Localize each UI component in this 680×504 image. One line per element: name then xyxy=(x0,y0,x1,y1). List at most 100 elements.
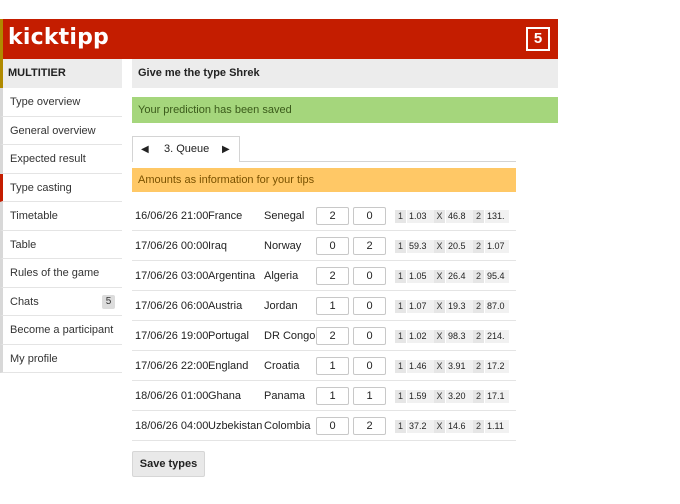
match-row: 18/06/26 01:00 Ghana Panama 1 1.59 X 3.2… xyxy=(132,381,516,411)
match-date: 17/06/26 19:00 xyxy=(135,330,209,342)
odds-away-label: 2 xyxy=(473,360,484,373)
away-team: Jordan xyxy=(264,300,298,312)
away-goals-input[interactable] xyxy=(353,387,386,405)
sidebar-item-label: Type casting xyxy=(10,181,72,194)
home-goals-input[interactable] xyxy=(316,387,349,405)
odds-draw-value: 46.8 xyxy=(446,210,474,223)
sidebar-item-general-overview[interactable]: General overview xyxy=(0,116,122,145)
away-goals-input[interactable] xyxy=(353,357,386,375)
odds-away-value: 95.4 xyxy=(485,270,509,283)
odds-home-label: 1 xyxy=(395,390,406,403)
queue-tab: ◀ 3. Queue ▶ xyxy=(132,136,240,162)
odds-draw-label: X xyxy=(434,210,445,223)
odds-draw-label: X xyxy=(434,390,445,403)
odds-home-label: 1 xyxy=(395,210,406,223)
odds-home-label: 1 xyxy=(395,270,406,283)
next-queue-icon[interactable]: ▶ xyxy=(222,137,230,162)
sidebar-item-timetable[interactable]: Timetable xyxy=(0,202,122,231)
away-goals-input[interactable] xyxy=(353,267,386,285)
match-row: 17/06/26 03:00 Argentina Algeria 1 1.05 … xyxy=(132,261,516,291)
home-team: Argentina xyxy=(208,270,256,282)
home-goals-input[interactable] xyxy=(316,267,349,285)
away-goals-input[interactable] xyxy=(353,207,386,225)
home-goals-input[interactable] xyxy=(316,417,349,435)
odds-draw-label: X xyxy=(434,300,445,313)
odds-home-label: 1 xyxy=(395,360,406,373)
odds-home-value: 1.59 xyxy=(407,390,435,403)
away-team: Senegal xyxy=(264,210,305,222)
odds-away-value: 214. xyxy=(485,330,509,343)
matchday-badge[interactable]: 5 xyxy=(526,27,550,51)
match-date: 17/06/26 00:00 xyxy=(135,240,209,252)
odds-home-value: 59.3 xyxy=(407,240,435,253)
away-goals-input[interactable] xyxy=(353,237,386,255)
match-row: 17/06/26 22:00 England Croatia 1 1.46 X … xyxy=(132,351,516,381)
home-goals-input[interactable] xyxy=(316,207,349,225)
match-row: 17/06/26 19:00 Portugal DR Congo 1 1.02 … xyxy=(132,321,516,351)
sidebar-item-label: Rules of the game xyxy=(10,267,100,279)
kicktipp-logo[interactable]: kicktipp xyxy=(8,25,109,50)
sidebar-item-table[interactable]: Table xyxy=(0,230,122,259)
sidebar-item-label: Type overview xyxy=(10,96,81,108)
odds-draw-value: 20.5 xyxy=(446,240,474,253)
match-list: 16/06/26 21:00 France Senegal 1 1.03 X 4… xyxy=(132,201,516,441)
away-team: Panama xyxy=(264,390,305,402)
sidebar-item-become-participant[interactable]: Become a participant xyxy=(0,316,122,345)
sidebar-title[interactable]: MULTITIER xyxy=(0,59,122,88)
odds-home-value: 37.2 xyxy=(407,420,435,433)
away-goals-input[interactable] xyxy=(353,297,386,315)
home-team: Ghana xyxy=(208,390,242,402)
away-goals-input[interactable] xyxy=(353,417,386,435)
sidebar-item-label: Expected result xyxy=(10,153,86,165)
away-team: Croatia xyxy=(264,360,300,372)
odds-away-value: 17.2 xyxy=(485,360,509,373)
sidebar-item-rules[interactable]: Rules of the game xyxy=(0,259,122,288)
odds-home-value: 1.03 xyxy=(407,210,435,223)
previous-queue-icon[interactable]: ◀ xyxy=(141,137,149,162)
home-team: Portugal xyxy=(208,330,249,342)
home-goals-input[interactable] xyxy=(316,357,349,375)
odds-away-label: 2 xyxy=(473,270,484,283)
away-team: Norway xyxy=(264,240,302,252)
odds-home-label: 1 xyxy=(395,330,406,343)
away-goals-input[interactable] xyxy=(353,327,386,345)
sidebar-item-label: General overview xyxy=(10,124,96,137)
save-types-button[interactable]: Save types xyxy=(132,451,205,477)
match-date: 18/06/26 01:00 xyxy=(135,390,209,402)
home-goals-input[interactable] xyxy=(316,237,349,255)
odds-draw-label: X xyxy=(434,360,445,373)
odds-away-label: 2 xyxy=(473,420,484,433)
odds-home-value: 1.05 xyxy=(407,270,435,283)
odds-away-value: 1.07 xyxy=(485,240,509,253)
sidebar-item-type-overview[interactable]: Type overview xyxy=(0,88,122,117)
home-goals-input[interactable] xyxy=(316,297,349,315)
odds-home-label: 1 xyxy=(395,420,406,433)
sidebar-item-label: My profile xyxy=(10,352,58,365)
match-row: 17/06/26 00:00 Iraq Norway 1 59.3 X 20.5… xyxy=(132,231,516,261)
sidebar-item-label: Table xyxy=(10,238,37,251)
odds-away-value: 87.0 xyxy=(485,300,509,313)
sidebar-item-type-casting[interactable]: Type casting xyxy=(0,173,122,202)
odds-home-label: 1 xyxy=(395,300,406,313)
sidebar-item-my-profile[interactable]: My profile xyxy=(0,344,122,373)
home-team: Uzbekistan xyxy=(208,420,263,432)
match-date: 18/06/26 04:00 xyxy=(135,420,209,432)
app-header: kicktipp 5 xyxy=(0,19,558,59)
odds-away-value: 17.1 xyxy=(485,390,509,403)
odds-away-label: 2 xyxy=(473,300,484,313)
odds-draw-label: X xyxy=(434,270,445,283)
sidebar-item-chats[interactable]: Chats 5 xyxy=(0,287,122,316)
home-goals-input[interactable] xyxy=(316,327,349,345)
match-row: 18/06/26 04:00 Uzbekistan Colombia 1 37.… xyxy=(132,411,516,441)
home-team: Austria xyxy=(208,300,243,312)
odds-draw-value: 14.6 xyxy=(446,420,474,433)
success-message: Your prediction has been saved xyxy=(132,97,558,123)
match-date: 17/06/26 06:00 xyxy=(135,300,209,312)
queue-label: 3. Queue xyxy=(164,143,210,155)
home-team: Iraq xyxy=(208,240,227,252)
sidebar-item-label: Chats xyxy=(10,295,39,308)
sidebar-item-label: Timetable xyxy=(10,210,58,222)
odds-away-label: 2 xyxy=(473,240,484,253)
sidebar-item-expected-result[interactable]: Expected result xyxy=(0,145,122,174)
match-date: 17/06/26 22:00 xyxy=(135,360,209,372)
